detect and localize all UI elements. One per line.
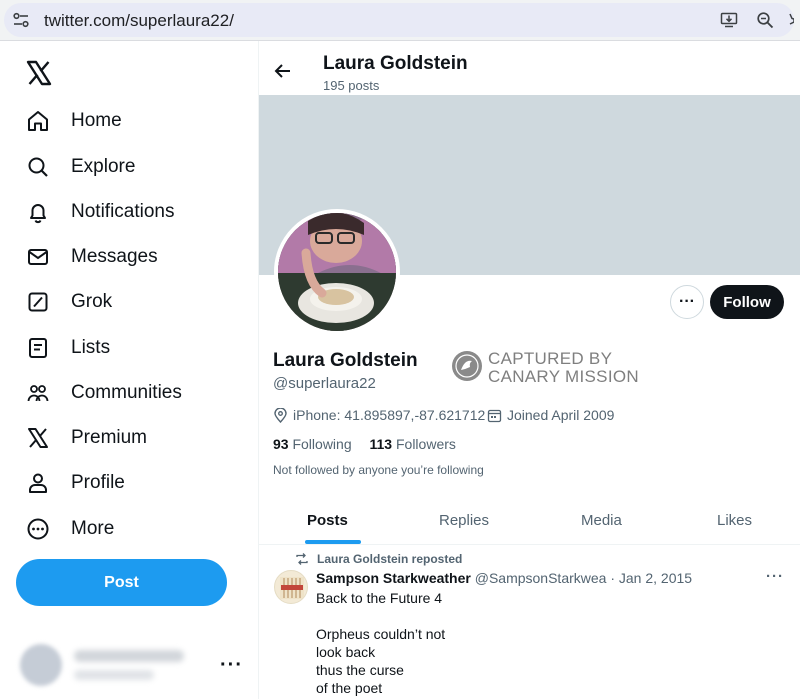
person-icon <box>29 473 47 493</box>
back-arrow-icon[interactable] <box>273 61 293 81</box>
zoom-icon[interactable] <box>756 11 774 29</box>
following-label: Following <box>292 436 352 452</box>
account-avatar <box>20 644 62 686</box>
tweet-author-avatar[interactable] <box>274 570 308 604</box>
nav-lists[interactable]: Lists <box>16 326 246 370</box>
x-icon <box>28 428 48 448</box>
tweet-text-line: Orpheus couldn’t not <box>316 626 446 642</box>
account-switcher[interactable]: ··· <box>18 636 248 696</box>
joined-text: Joined April 2009 <box>507 407 615 423</box>
address-bar[interactable]: twitter.com/superlaura22/ <box>4 3 794 37</box>
tweet-text-line: look back <box>316 644 376 660</box>
tab-replies[interactable]: Replies <box>439 512 489 529</box>
repost-icon <box>296 553 308 565</box>
tweet-author-name[interactable]: Sampson Starkweather <box>316 570 471 586</box>
nav-label: Grok <box>71 291 113 312</box>
home-icon <box>28 111 48 131</box>
profile-more-button[interactable]: ··· <box>670 285 704 319</box>
nav-explore[interactable]: Explore <box>16 145 246 189</box>
tab-media[interactable]: Media <box>581 512 622 529</box>
nav-label: Lists <box>71 337 111 358</box>
nav-label: Communities <box>71 382 182 403</box>
canary-bird-icon <box>452 351 482 381</box>
tweet-text-line: Back to the Future 4 <box>316 590 443 606</box>
nav-notifications[interactable]: Notifications <box>16 190 246 234</box>
browser-toolbar: twitter.com/superlaura22/ <box>0 0 800 41</box>
search-icon <box>28 157 48 177</box>
repost-label: Laura Goldstein reposted <box>317 552 463 566</box>
profile-display-name: Laura Goldstein <box>273 350 418 371</box>
tweet-text-line: thus the curse <box>316 662 404 678</box>
stamp-text-line1: CAPTURED BY <box>488 349 613 368</box>
follow-button[interactable]: Follow <box>710 285 784 319</box>
canary-mission-stamp: CAPTURED BY CANARY MISSION <box>452 349 652 389</box>
calendar-icon <box>487 409 502 422</box>
not-followed-note: Not followed by anyone you’re following <box>273 463 484 477</box>
profile-joined: Joined April 2009 <box>487 407 614 423</box>
nav-label: Explore <box>71 156 136 177</box>
followers-label: Followers <box>395 436 456 452</box>
account-more-icon[interactable]: ··· <box>220 654 243 677</box>
tweet[interactable]: Laura Goldstein reposted Sampson Starkwe… <box>259 546 800 699</box>
list-icon <box>29 338 47 358</box>
site-settings-icon[interactable] <box>12 11 30 29</box>
followers-link[interactable]: 113 Followers <box>370 436 456 452</box>
bell-icon <box>30 204 46 224</box>
location-text: iPhone: 41.895897,-87.621712 <box>293 407 486 423</box>
follow-stats: 93 Following 113 Followers <box>273 436 456 452</box>
profile-avatar[interactable] <box>274 209 400 335</box>
following-link[interactable]: 93 Following <box>273 436 352 452</box>
envelope-icon <box>28 249 48 265</box>
account-name-blurred <box>74 650 184 662</box>
nav-home[interactable]: Home <box>16 99 246 143</box>
url-text[interactable]: twitter.com/superlaura22/ <box>44 11 234 31</box>
install-app-icon[interactable] <box>720 11 738 29</box>
nav-label: Profile <box>71 472 125 493</box>
x-logo[interactable] <box>26 60 52 86</box>
nav-label: More <box>71 518 115 539</box>
nav-label: Home <box>71 110 122 131</box>
following-count: 93 <box>273 436 289 452</box>
followers-count: 113 <box>369 436 393 452</box>
tweet-more-icon[interactable]: ··· <box>766 568 784 585</box>
nav-more[interactable]: More <box>16 507 246 551</box>
account-handle-blurred <box>74 670 154 680</box>
nav-label: Premium <box>71 427 148 448</box>
tweet-text-line: of the poet <box>316 680 383 696</box>
post-button[interactable]: Post <box>16 559 227 606</box>
tweet-header: Sampson Starkweather @SampsonStarkwea · … <box>316 570 692 586</box>
header-title: Laura Goldstein <box>323 53 468 74</box>
profile-main: Laura Goldstein 195 posts ··· Follow Lau… <box>258 41 800 699</box>
location-pin-icon <box>274 407 287 423</box>
stamp-text-line2: CANARY MISSION <box>488 367 639 386</box>
profile-handle: @superlaura22 <box>273 375 376 392</box>
sidebar: Home Explore Notifications Messages Grok <box>0 41 258 699</box>
nav-label: Messages <box>71 246 158 267</box>
bookmark-star-icon[interactable] <box>784 11 794 29</box>
active-tab-indicator <box>305 540 361 544</box>
repost-indicator: Laura Goldstein reposted <box>295 552 462 566</box>
nav-grok[interactable]: Grok <box>16 280 246 324</box>
header-post-count: 195 posts <box>323 78 380 93</box>
nav-communities[interactable]: Communities <box>16 371 246 415</box>
profile-tabs: Posts Replies Media Likes <box>259 503 800 545</box>
nav-profile[interactable]: Profile <box>16 461 246 505</box>
grok-icon <box>28 292 48 312</box>
nav-messages[interactable]: Messages <box>16 235 246 279</box>
tab-likes[interactable]: Likes <box>717 512 752 529</box>
nav-premium[interactable]: Premium <box>16 416 246 460</box>
profile-location: iPhone: 41.895897,-87.621712 <box>273 407 485 423</box>
tab-posts[interactable]: Posts <box>307 512 348 529</box>
avatar-photo <box>278 213 396 331</box>
nav-label: Notifications <box>71 201 175 222</box>
more-circle-icon <box>27 518 49 540</box>
tweet-handle-date[interactable]: @SampsonStarkwea · Jan 2, 2015 <box>475 570 692 586</box>
people-icon <box>27 385 49 402</box>
